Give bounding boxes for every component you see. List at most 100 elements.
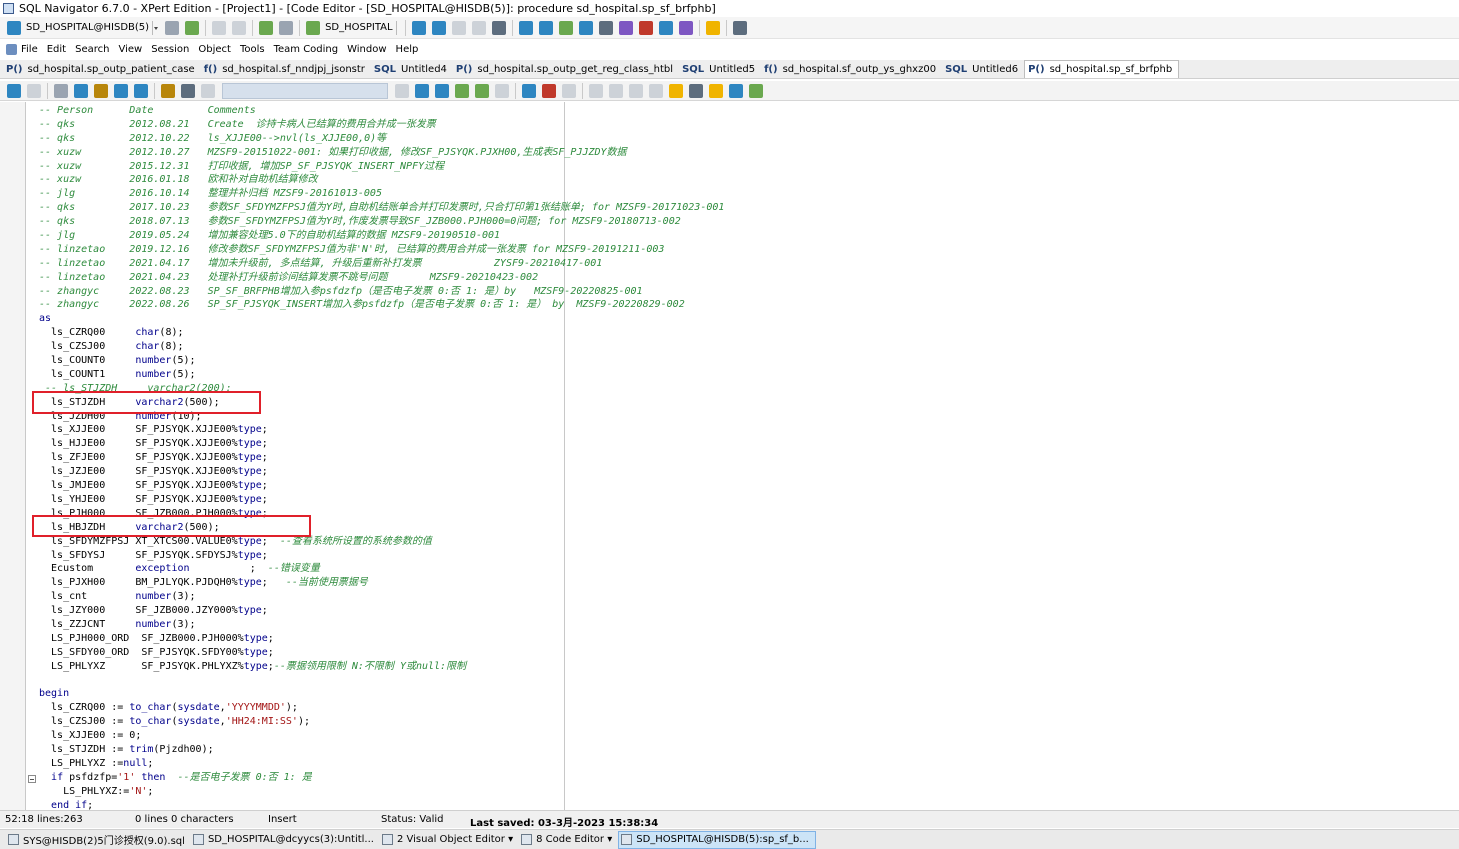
copy-icon[interactable] [589,83,603,98]
code-line[interactable]: ls_XJJE00 SF_PJSYQK.XJJE00%type; [39,423,724,437]
menu-object[interactable]: Object [198,44,231,55]
menu-session[interactable]: Session [151,44,189,55]
menu-tools[interactable]: Tools [240,44,265,55]
document-icon[interactable] [6,43,17,55]
tab-sf-outp-ys-ghxz00[interactable]: f() sd_hospital.sf_outp_ys_ghxz00 [761,61,942,78]
code-line[interactable]: -- linzetao 2019.12.16 修改参数SF_SFDYMZFPSJ… [39,243,724,257]
navigator-icon[interactable] [411,20,426,35]
code-line[interactable]: -- qks 2017.10.23 参数SF_SFDYMZFPSJ值为Y时,自助… [39,201,724,215]
profiler-icon[interactable] [638,20,653,35]
code-line[interactable]: ls_XJJE00 := 0; [39,729,724,743]
globe-icon[interactable] [185,20,200,35]
connection-select[interactable]: SD_HOSPITAL@HISDB(5) [24,20,160,36]
code-line[interactable]: ls_STJZDH := trim(Pjzdh00); [39,743,724,757]
tree-icon[interactable] [451,20,466,35]
menu-team-coding[interactable]: Team Coding [274,44,339,55]
code-line[interactable]: -- qks 2018.07.13 参数SF_SFDYMZFPSJ值为Y时,作废… [39,215,724,229]
help-icon[interactable] [705,20,720,35]
code-line[interactable]: ls_ZFJE00 SF_PJSYQK.XJJE00%type; [39,451,724,465]
pause-icon[interactable] [212,20,227,35]
code-insight-icon[interactable] [161,83,175,98]
task-sp-sf-brfphb[interactable]: SD_HOSPITAL@HISDB(5):sp_sf_b... [618,830,816,849]
tools-icon[interactable] [749,83,763,98]
tuning-icon[interactable] [658,20,673,35]
code-line[interactable]: -- jlg 2016.10.14 整理并补归档 MZSF9-20161013-… [39,187,724,201]
code-line[interactable]: ls_JZJE00 SF_PJSYQK.XJJE00%type; [39,465,724,479]
line-gutter[interactable] [0,102,26,810]
code-line[interactable]: ls_YHJE00 SF_PJSYQK.XJJE00%type; [39,493,724,507]
tab-sf-nndjpj-jsonstr[interactable]: f() sd_hospital.sf_nndjpj_jsonstr [201,61,371,78]
outdent-icon[interactable] [649,83,663,98]
code-line[interactable]: -- zhangyc 2022.08.23 SP_SF_BRFPHB增加入参ps… [39,285,724,299]
code-line[interactable]: -- xuzw 2012.10.27 MZSF9-20151022-001: 如… [39,146,724,160]
menu-window[interactable]: Window [347,44,386,55]
find-object-icon[interactable] [431,20,446,35]
code-line[interactable]: end if; [39,799,724,810]
run-play-icon[interactable] [475,83,489,98]
code-line[interactable]: ls_CZRQ00 := to_char(sysdate,'YYYYMMDD')… [39,701,724,715]
clipboard-icon[interactable] [201,83,215,98]
object-editor-icon[interactable] [538,20,553,35]
tab-sp-sf-brfphb[interactable]: P() sd_hospital.sp_sf_brfphb [1024,60,1180,78]
grid-icon[interactable] [471,20,486,35]
code-line[interactable]: as [39,312,724,326]
debugger-icon[interactable] [618,20,633,35]
paste-icon[interactable] [609,83,623,98]
stop-icon[interactable] [495,83,509,98]
step-into-icon[interactable] [522,83,536,98]
menu-file[interactable]: File [21,44,38,55]
code-line[interactable]: Ecustom exception ; --错误变量 [39,562,724,576]
commit-icon[interactable] [259,20,274,35]
tab-sp-outp-patient-case[interactable]: P() sd_hospital.sp_outp_patient_case [3,61,201,78]
compile-all-icon[interactable] [435,83,449,98]
code-line[interactable]: -- qks 2012.10.22 ls_XJJE00-->nvl(ls_XJJ… [39,132,724,146]
calendar-icon[interactable] [598,20,613,35]
refresh-icon[interactable] [165,20,180,35]
session-select[interactable]: SD_HOSPITAL [325,20,402,36]
code-line[interactable]: ls_CZSJ00 := to_char(sysdate,'HH24:MI:SS… [39,715,724,729]
code-line[interactable]: -- jlg 2019.05.24 增加兼容处理5.0下的自助机结算的数据 MZ… [39,229,724,243]
watch-icon[interactable] [562,83,576,98]
table-editor-icon[interactable] [578,20,593,35]
code-line[interactable]: -- xuzw 2016.01.18 欧和补对自助机结算修改 [39,173,724,187]
code-line[interactable]: ls_PJXH00 BM_PJLYQK.PJDQH0%type; --当前使用票… [39,576,724,590]
tab-untitled4[interactable]: SQL Untitled4 [371,61,453,78]
code-line[interactable]: LS_SFDY00_ORD SF_PJSYQK.SFDY00%type; [39,646,724,660]
menu-help[interactable]: Help [396,44,419,55]
code-line[interactable]: -- Person Date Comments [39,104,724,118]
task-sd-hospital-untitled[interactable]: SD_HOSPITAL@dcyycs(3):Untitl... [191,831,380,849]
code-line[interactable]: LS_PJH000_ORD SF_JZB000.PJH000%type; [39,632,724,646]
outline-icon[interactable] [729,83,743,98]
save-icon[interactable] [114,83,128,98]
code-line[interactable]: -- qks 2012.08.21 Create 诊持卡病人已结算的费用合并成一… [39,118,724,132]
editor-search-input[interactable] [222,82,388,99]
code-line[interactable]: LS_PHLYXZ:='N'; [39,785,724,799]
format-code-icon[interactable] [669,83,683,98]
code-text[interactable]: -- Person Date Comments -- qks 2012.08.21… [39,104,724,810]
breakpoint-icon[interactable] [542,83,556,98]
execute-script-icon[interactable] [455,83,469,98]
code-editor-icon[interactable] [558,20,573,35]
print-icon[interactable] [134,83,148,98]
code-line[interactable]: ls_HJJE00 SF_PJSYQK.XJJE00%type; [39,437,724,451]
fold-toggle-icon[interactable] [28,775,36,783]
code-line[interactable]: ls_COUNT0 number(5); [39,354,724,368]
schema-icon[interactable] [306,20,321,35]
code-line[interactable]: -- linzetao 2021.04.17 增加未升级前, 多点结算, 升级后… [39,257,724,271]
load-from-db-icon[interactable] [74,83,88,98]
code-line[interactable]: ls_COUNT1 number(5); [39,368,724,382]
task-sys-script[interactable]: SYS@HISDB(2)5门诊授权(9.0).sql [6,831,191,849]
code-line[interactable]: begin [39,687,724,701]
code-line[interactable]: -- linzetao 2021.04.23 处理补打升级前诊间结算发票不跳号问… [39,271,724,285]
code-line[interactable]: if psfdzfp='1' then --是否电子发票 0:否 1: 是 [39,771,724,785]
report-icon[interactable] [491,20,506,35]
code-line[interactable]: ls_CZSJ00 char(8); [39,340,724,354]
menu-search[interactable]: Search [75,44,109,55]
code-line[interactable]: ls_JMJE00 SF_PJSYQK.XJJE00%type; [39,479,724,493]
code-line[interactable]: ls_cnt number(3); [39,590,724,604]
compile-icon[interactable] [415,83,429,98]
back-arrow-icon[interactable] [7,83,21,98]
code-line[interactable]: ls_ZZJCNT number(3); [39,618,724,632]
rollback-icon[interactable] [279,20,294,35]
comment-icon[interactable] [689,83,703,98]
